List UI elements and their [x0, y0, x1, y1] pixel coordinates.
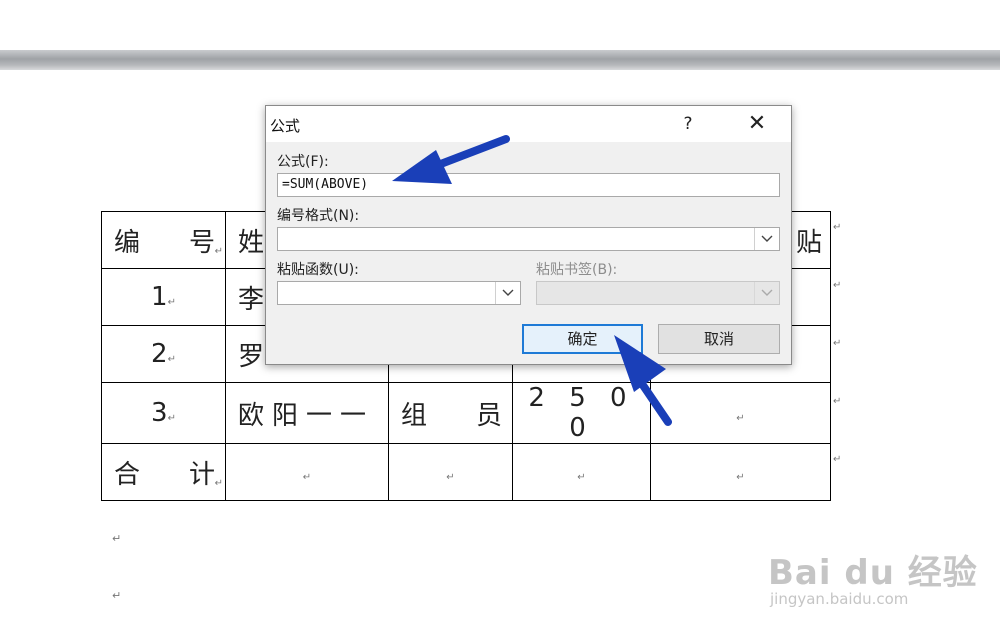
cell-text: 1	[151, 282, 168, 312]
cell-text: 贴	[795, 227, 822, 258]
paragraph-mark-icon: ↵	[736, 413, 745, 424]
paragraph-mark-icon: ↵	[112, 589, 122, 602]
table-cell[interactable]: 编 号 ↵	[101, 211, 226, 269]
paste-function-label: 粘贴函数(U):	[277, 262, 359, 278]
table-row: 合计 ↵ ↵ ↵ ↵ ↵	[101, 443, 831, 501]
watermark-logo: Bai du 经验	[768, 553, 978, 593]
paragraph-mark-icon: ↵	[446, 472, 455, 483]
paragraph-mark-icon: ↵	[112, 532, 122, 545]
row-end-mark-icon: ↵	[833, 396, 842, 407]
formula-value: =SUM(ABOVE)	[282, 177, 369, 192]
close-button[interactable]: ✕	[744, 112, 770, 136]
table-cell[interactable]: 欧阳一一	[225, 382, 389, 444]
table-cell[interactable]: 3↵	[101, 382, 226, 444]
watermark-url: jingyan.baidu.com	[770, 590, 909, 608]
formula-input[interactable]: =SUM(ABOVE)	[277, 173, 780, 197]
cell-text: 合	[114, 459, 141, 490]
paragraph-mark-icon: ↵	[736, 472, 745, 483]
chevron-down-icon	[754, 282, 779, 304]
paragraph-mark-icon: ↵	[167, 354, 176, 365]
paragraph-mark-icon: ↵	[302, 472, 312, 483]
paragraph-mark-icon: ↵	[167, 413, 176, 424]
paste-bookmark-label: 粘贴书签(B):	[536, 262, 618, 278]
table-cell[interactable]: 1↵	[101, 268, 226, 326]
table-cell[interactable]: ↵	[388, 443, 513, 501]
number-format-label: 编号格式(N):	[277, 208, 360, 224]
chevron-down-icon[interactable]	[495, 282, 520, 304]
paragraph-mark-icon: ↵	[214, 478, 223, 489]
table-cell[interactable]: ↵	[512, 443, 651, 501]
row-end-mark-icon: ↵	[833, 454, 842, 465]
cell-text: 编	[114, 227, 141, 258]
row-end-mark-icon: ↵	[833, 280, 842, 291]
table-cell[interactable]: 合 计 ↵	[101, 443, 226, 501]
number-format-select[interactable]	[277, 227, 780, 251]
table-cell[interactable]: 2↵	[101, 325, 226, 383]
dialog-titlebar[interactable]: 公式 ? ✕	[266, 106, 791, 142]
ok-button[interactable]: 确定	[522, 324, 643, 354]
formula-label: 公式(F):	[277, 154, 329, 170]
paragraph-mark-icon: ↵	[577, 472, 586, 483]
cancel-button[interactable]: 取消	[658, 324, 780, 354]
cell-text: 2 5 0 0	[528, 383, 635, 443]
help-button[interactable]: ?	[676, 112, 700, 136]
paste-function-select[interactable]	[277, 281, 521, 305]
row-end-mark-icon: ↵	[833, 338, 842, 349]
paragraph-mark-icon: ↵	[167, 297, 176, 308]
cell-text: 号	[188, 227, 215, 258]
row-end-mark-icon: ↵	[833, 222, 842, 233]
cell-text: 李	[238, 284, 265, 315]
cell-text: 3	[151, 398, 168, 428]
formula-dialog: 公式 ? ✕ 公式(F): =SUM(ABOVE) 编号格式(N): 粘贴函数(…	[265, 105, 792, 365]
cell-text: 姓	[238, 227, 265, 258]
paste-bookmark-select[interactable]	[536, 281, 780, 305]
dialog-title: 公式	[270, 117, 301, 135]
table-cell[interactable]: 组员	[388, 382, 513, 444]
chevron-down-icon[interactable]	[754, 228, 779, 250]
table-row: 3↵ 欧阳一一 组员 2 5 0 0 ↵	[101, 382, 831, 444]
cell-text: 计	[188, 459, 215, 490]
table-cell[interactable]: ↵	[650, 443, 831, 501]
table-cell[interactable]: 2 5 0 0	[512, 382, 651, 444]
paragraph-mark-icon: ↵	[214, 246, 223, 257]
cell-text: 欧阳一一	[238, 400, 375, 431]
ruler-bar	[0, 50, 1000, 70]
cell-text: 员	[475, 400, 502, 431]
table-cell[interactable]: ↵	[650, 382, 831, 444]
cell-text: 组	[401, 400, 428, 431]
cell-text: 2	[151, 339, 168, 369]
table-cell[interactable]: ↵	[225, 443, 389, 501]
